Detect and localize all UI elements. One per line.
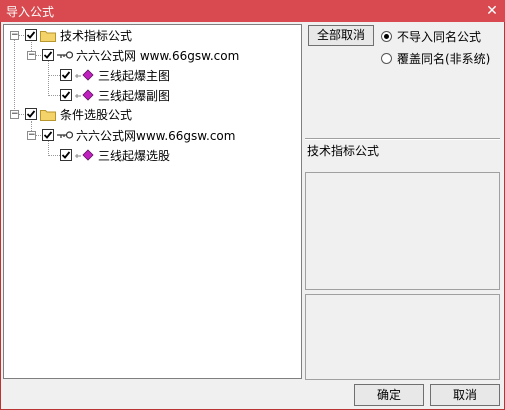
tree-line — [48, 95, 60, 96]
node-label: 三线起爆副图 — [98, 88, 171, 103]
expander-collapse-icon[interactable]: − — [10, 31, 19, 40]
node-label: 条件选股公式 — [60, 107, 133, 122]
section-label: 技术指标公式 — [307, 144, 380, 158]
radio-selected-icon[interactable] — [381, 31, 392, 42]
cancel-button[interactable]: 取消 — [430, 384, 500, 406]
formula-description-panel — [305, 172, 500, 290]
tree-line — [48, 60, 49, 96]
expander-collapse-icon[interactable]: − — [27, 131, 36, 140]
node-checkbox[interactable] — [60, 149, 72, 161]
folder-icon — [40, 30, 56, 42]
node-checkbox[interactable] — [25, 108, 37, 120]
node-label: 六六公式网www.66gsw.com — [76, 128, 236, 143]
tree-node-screening-formulas[interactable]: 条件选股公式 — [25, 105, 132, 123]
formula-tree[interactable]: − 技术指标公式 − 六六公式网 www.66gsw.com 三线起爆主图 三线… — [3, 24, 302, 379]
formula-gem-icon — [75, 69, 94, 81]
tree-node-66gsw-screening[interactable]: 六六公式网www.66gsw.com — [42, 126, 235, 144]
divider — [305, 138, 500, 140]
tree-node-main-chart[interactable]: 三线起爆主图 — [60, 66, 170, 84]
tree-node-screening-stock[interactable]: 三线起爆选股 — [60, 146, 170, 164]
radio-label: 不导入同名公式 — [397, 30, 482, 44]
window-title: 导入公式 — [6, 5, 55, 19]
tree-node-66gsw-tech[interactable]: 六六公式网 www.66gsw.com — [42, 46, 239, 64]
tree-line — [48, 155, 60, 156]
tree-node-sub-chart[interactable]: 三线起爆副图 — [60, 86, 170, 104]
radio-label: 覆盖同名(非系统) — [397, 52, 491, 66]
node-label: 技术指标公式 — [60, 28, 133, 43]
radio-no-import[interactable]: 不导入同名公式 — [381, 28, 481, 45]
node-label: 六六公式网 www.66gsw.com — [76, 48, 240, 63]
node-checkbox[interactable] — [42, 129, 54, 141]
node-label: 三线起爆选股 — [98, 148, 171, 163]
ok-button[interactable]: 确定 — [354, 384, 424, 406]
key-icon — [57, 51, 73, 59]
node-label: 三线起爆主图 — [98, 68, 171, 83]
tree-node-tech-formulas[interactable]: 技术指标公式 — [25, 26, 132, 44]
folder-icon — [40, 109, 56, 121]
radio-overwrite[interactable]: 覆盖同名(非系统) — [381, 50, 490, 67]
deselect-all-button[interactable]: 全部取消 — [308, 25, 374, 46]
node-checkbox[interactable] — [42, 49, 54, 61]
close-icon[interactable]: ✕ — [483, 2, 501, 20]
node-checkbox[interactable] — [60, 89, 72, 101]
formula-params-panel — [305, 294, 500, 380]
formula-gem-icon — [75, 89, 94, 101]
key-icon — [57, 131, 73, 139]
tree-line — [14, 40, 15, 115]
tree-line — [48, 75, 60, 76]
expander-collapse-icon[interactable]: − — [27, 51, 36, 60]
formula-gem-icon — [75, 149, 94, 161]
expander-collapse-icon[interactable]: − — [10, 110, 19, 119]
title-bar: 导入公式 ✕ — [0, 0, 505, 22]
radio-unselected-icon[interactable] — [381, 53, 392, 64]
node-checkbox[interactable] — [60, 69, 72, 81]
node-checkbox[interactable] — [25, 29, 37, 41]
